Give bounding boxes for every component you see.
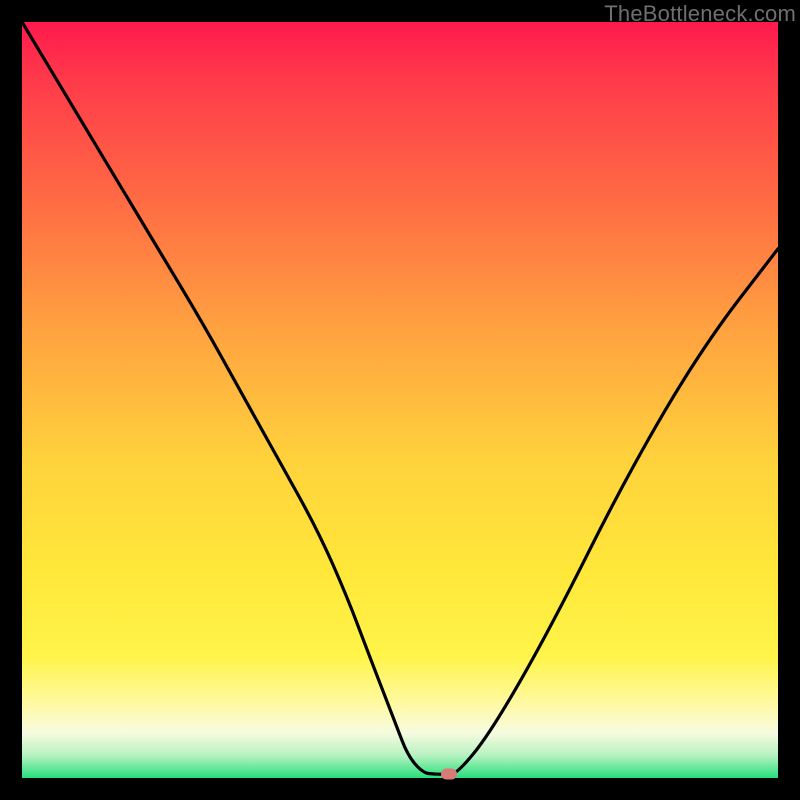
bottleneck-curve (22, 22, 778, 778)
optimal-marker (441, 769, 457, 780)
chart-plot-area (22, 22, 778, 778)
chart-frame: TheBottleneck.com (0, 0, 800, 800)
